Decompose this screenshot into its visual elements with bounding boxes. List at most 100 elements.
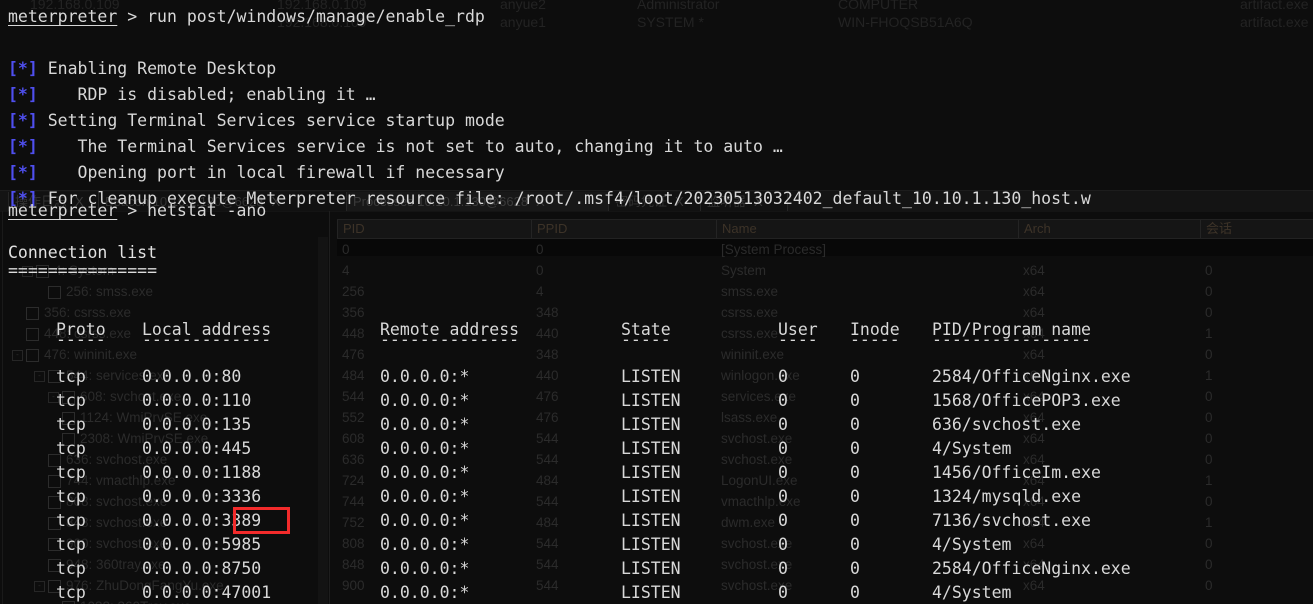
netstat-cell: tcp	[56, 581, 86, 604]
meterpreter-terminal[interactable]: meterpreter > run post/windows/manage/en…	[0, 0, 1313, 604]
netstat-cell-proto: tcp	[56, 415, 86, 434]
log-line: [*] RDP is disabled; enabling it …	[8, 82, 376, 108]
netstat-cell-inode: 0	[850, 559, 860, 578]
netstat-cell-user: 0	[778, 439, 788, 458]
command-text[interactable]: run post/windows/manage/enable_rdp	[147, 7, 485, 26]
netstat-cell-program: 4/System	[932, 535, 1012, 554]
netstat-cell: 0	[850, 365, 860, 389]
netstat-rule-inode: -----	[850, 330, 900, 349]
netstat-cell-state: LISTEN	[621, 583, 681, 602]
netstat-cell-user: 0	[778, 391, 788, 410]
netstat-cell: 0.0.0.0:*	[380, 365, 469, 389]
netstat-cell-state: LISTEN	[621, 535, 681, 554]
netstat-cell: 0.0.0.0:110	[142, 389, 251, 413]
netstat-cell: LISTEN	[621, 413, 681, 437]
log-message: Opening port in local firewall if necess…	[37, 163, 505, 182]
netstat-cell-remote: 0.0.0.0:*	[380, 367, 470, 386]
netstat-cell-remote: 0.0.0.0:*	[380, 535, 470, 554]
netstat-cell: 7136/svchost.exe	[932, 509, 1091, 533]
netstat-cell: 0.0.0.0:*	[380, 509, 469, 533]
netstat-cell-inode: 0	[850, 463, 860, 482]
log-line: [*] Enabling Remote Desktop	[8, 56, 276, 82]
netstat-cell-local: 0.0.0.0:445	[142, 439, 252, 458]
netstat-rule-state: -----	[621, 330, 671, 349]
netstat-cell-program: 1324/mysqld.exe	[932, 487, 1082, 506]
netstat-cell: 0.0.0.0:3336	[142, 485, 261, 509]
netstat-cell-remote: 0.0.0.0:*	[380, 463, 470, 482]
netstat-cell: 0	[778, 413, 788, 437]
netstat-cell-user: 0	[778, 463, 788, 482]
netstat-cell-inode: 0	[850, 487, 860, 506]
netstat-cell-user: 0	[778, 367, 788, 386]
netstat-cell-local: 0.0.0.0:3336	[142, 487, 262, 506]
netstat-cell: LISTEN	[621, 389, 681, 413]
netstat-cell-program: 2584/OfficeNginx.exe	[932, 559, 1131, 578]
netstat-cell: LISTEN	[621, 485, 681, 509]
connection-list-rule: ===============	[8, 258, 157, 284]
netstat-cell: 0	[778, 389, 788, 413]
netstat-cell: 1324/mysqld.exe	[932, 485, 1081, 509]
netstat-cell: 0	[778, 581, 788, 604]
netstat-cell: tcp	[56, 437, 86, 461]
netstat-header-rule: --------------	[380, 331, 519, 348]
status-star-icon: [*]	[8, 85, 38, 104]
netstat-cell: tcp	[56, 533, 86, 557]
netstat-cell: 0	[850, 413, 860, 437]
netstat-cell: 0.0.0.0:5985	[142, 533, 261, 557]
netstat-cell-proto: tcp	[56, 559, 86, 578]
status-star-icon: [*]	[8, 163, 38, 182]
prompt-separator: >	[117, 201, 148, 220]
log-line: [*] Opening port in local firewall if ne…	[8, 160, 505, 186]
netstat-cell: 0	[778, 485, 788, 509]
status-star-icon: [*]	[8, 59, 38, 78]
netstat-cell-remote: 0.0.0.0:*	[380, 511, 470, 530]
netstat-rule-user: ----	[778, 330, 818, 349]
netstat-cell: 2584/OfficeNginx.exe	[932, 557, 1131, 581]
netstat-cell: 0	[850, 509, 860, 533]
log-message: Setting Terminal Services service startu…	[37, 111, 505, 130]
netstat-cell-user: 0	[778, 559, 788, 578]
netstat-cell: 0	[850, 461, 860, 485]
netstat-cell: 0.0.0.0:8750	[142, 557, 261, 581]
netstat-cell-local: 0.0.0.0:8750	[142, 559, 262, 578]
prompt-separator: >	[117, 7, 148, 26]
netstat-cell: 0.0.0.0:*	[380, 461, 469, 485]
netstat-cell: tcp	[56, 509, 86, 533]
netstat-cell: tcp	[56, 413, 86, 437]
netstat-cell-proto: tcp	[56, 439, 86, 458]
netstat-cell: 0.0.0.0:*	[380, 581, 469, 604]
netstat-cell-remote: 0.0.0.0:*	[380, 439, 470, 458]
netstat-cell-user: 0	[778, 583, 788, 602]
netstat-cell: 4/System	[932, 581, 1011, 604]
netstat-header-rule: -----	[56, 331, 106, 348]
command-text[interactable]: netstat -ano	[147, 201, 266, 220]
command-prompt-line: meterpreter > netstat -ano	[8, 198, 266, 224]
netstat-cell: 0	[850, 581, 860, 604]
netstat-cell-user: 0	[778, 511, 788, 530]
prompt-label: meterpreter	[8, 7, 118, 26]
netstat-cell: 1568/OfficePOP3.exe	[932, 389, 1121, 413]
netstat-cell-inode: 0	[850, 391, 860, 410]
netstat-cell: 4/System	[932, 533, 1011, 557]
netstat-cell-proto: tcp	[56, 391, 86, 410]
netstat-cell: 0	[778, 437, 788, 461]
netstat-header-rule: ----	[778, 331, 818, 348]
netstat-cell-inode: 0	[850, 415, 860, 434]
log-message: The Terminal Services service is not set…	[37, 137, 783, 156]
netstat-cell: 0	[850, 557, 860, 581]
netstat-cell: 0	[850, 389, 860, 413]
netstat-cell: 0	[778, 461, 788, 485]
netstat-cell-state: LISTEN	[621, 439, 681, 458]
terminal-screenshot: 192.168.0.109 192.168.0.109 anyue2 Administ…	[0, 0, 1313, 604]
netstat-cell-program: 1568/OfficePOP3.exe	[932, 391, 1121, 410]
netstat-rule-proto: -----	[56, 330, 106, 349]
netstat-cell-program: 2584/OfficeNginx.exe	[932, 367, 1131, 386]
netstat-cell-state: LISTEN	[621, 463, 681, 482]
netstat-cell-state: LISTEN	[621, 391, 681, 410]
netstat-cell: 0	[850, 533, 860, 557]
netstat-cell-remote: 0.0.0.0:*	[380, 391, 470, 410]
netstat-cell: 0	[778, 509, 788, 533]
netstat-cell: 2584/OfficeNginx.exe	[932, 365, 1131, 389]
netstat-cell-inode: 0	[850, 535, 860, 554]
netstat-cell: tcp	[56, 557, 86, 581]
